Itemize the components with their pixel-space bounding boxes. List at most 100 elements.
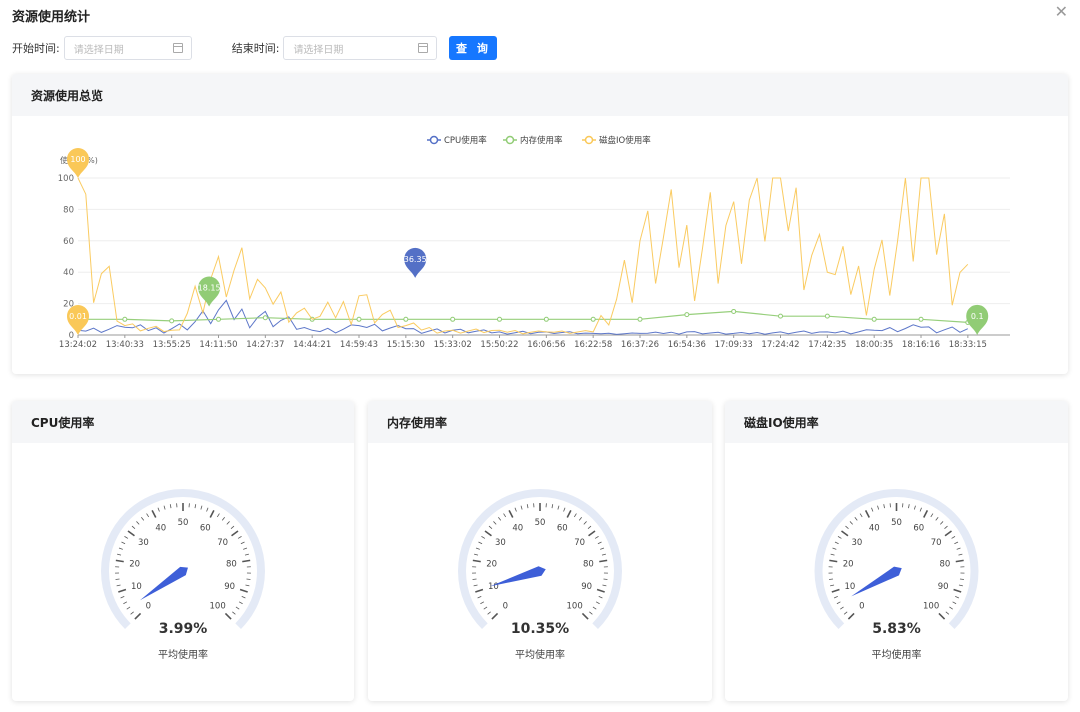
gauge-minor-tick	[157, 507, 160, 512]
gauge-major-tick	[209, 510, 215, 518]
gauge-minor-tick	[480, 601, 485, 605]
gauge-scale-label: 100	[210, 602, 226, 612]
gauge-major-tick	[588, 530, 596, 537]
y-tick-label: 60	[63, 237, 74, 247]
gauge-minor-tick	[237, 536, 242, 539]
gauge-scale-label: 20	[486, 559, 497, 569]
gauge-scale-label: 50	[178, 518, 189, 528]
gauge-minor-tick	[602, 584, 607, 587]
x-tick-label: 18:16:16	[902, 340, 940, 350]
memory-gauge: 0102030405060708090100	[458, 489, 622, 629]
close-icon[interactable]: ✕	[1055, 2, 1068, 21]
gauge-scale-label: 90	[224, 582, 235, 592]
gauge-minor-tick	[837, 536, 842, 539]
x-tick-label: 13:40:33	[106, 340, 144, 350]
x-tick-label: 16:54:36	[668, 340, 706, 350]
gauge-major-tick	[923, 510, 929, 518]
gauge-minor-tick	[573, 513, 577, 518]
gauge-major-tick	[581, 612, 589, 620]
gauge-minor-tick	[169, 504, 172, 509]
marker-pin: 36.35	[404, 247, 427, 278]
gauge-minor-tick	[840, 606, 844, 610]
series-line	[77, 299, 969, 335]
start-date-input[interactable]: 请选择日期	[63, 36, 192, 60]
gauge-minor-tick	[589, 611, 593, 615]
marker-pin-label: 36.35	[404, 255, 427, 264]
gauge-minor-tick	[883, 504, 885, 509]
gauge-minor-tick	[163, 505, 166, 510]
gauge-minor-tick	[232, 611, 236, 615]
gauge-scale-label: 0	[503, 602, 508, 612]
gauge-major-tick	[118, 588, 127, 593]
gauge-minor-tick	[563, 507, 566, 512]
gauge-major-tick	[508, 510, 514, 518]
gauge-scale-label: 80	[583, 559, 594, 569]
legend-label: CPU使用率	[444, 135, 487, 146]
gauge-minor-tick	[487, 611, 491, 615]
overview-line-chart[interactable]: CPU使用率内存使用率磁盘IO使用率使用率(%)02040608010013:2…	[12, 116, 1068, 374]
gauge-major-tick	[224, 612, 232, 620]
gauge-scale-label: 40	[512, 523, 523, 533]
query-button[interactable]: 查 询	[449, 36, 498, 60]
gauge-scale-label: 80	[939, 559, 950, 569]
gauge-minor-tick	[117, 553, 122, 556]
gauge-minor-tick	[124, 536, 129, 539]
start-date-placeholder: 请选择日期	[73, 44, 124, 56]
gauge-major-tick	[847, 612, 855, 620]
gauge-scale-label: 40	[869, 523, 880, 533]
page-title: 资源使用统计	[12, 10, 91, 25]
gauge-minor-tick	[503, 513, 507, 518]
gauge-scale-label: 80	[226, 559, 237, 569]
gauge-minor-tick	[483, 606, 488, 610]
gauge-major-tick	[127, 530, 135, 537]
legend-label: 磁盘IO使用率	[599, 135, 651, 146]
x-tick-label: 13:55:25	[153, 340, 191, 350]
gauge-pointer	[140, 566, 188, 601]
gauge-minor-tick	[830, 553, 835, 556]
chart-legend: CPU使用率 内存使用率 磁盘IO使用率	[427, 135, 651, 146]
disk-io-gauge-value: 5.83%	[872, 621, 921, 637]
series-line	[77, 177, 969, 335]
gauge-minor-tick	[243, 547, 248, 550]
gauge-minor-tick	[246, 578, 251, 580]
gauge-minor-tick	[583, 521, 587, 525]
series-point	[169, 318, 175, 324]
gauge-minor-tick	[514, 507, 517, 512]
gauge-minor-tick	[945, 611, 950, 615]
x-tick-label: 14:11:50	[199, 340, 237, 350]
gauge-minor-tick	[498, 517, 502, 521]
series-point	[590, 316, 596, 322]
gauge-scale-label: 90	[581, 582, 592, 592]
end-time-label: 结束时间:	[231, 42, 280, 55]
gauge-minor-tick	[952, 601, 957, 605]
gauge-minor-tick	[845, 525, 849, 529]
gauge-minor-tick	[597, 541, 602, 545]
gauge-scale-label: 100	[567, 602, 583, 612]
gauge-minor-tick	[833, 596, 838, 599]
gauge-scale-label: 0	[859, 602, 864, 612]
gauge-major-tick	[938, 612, 946, 620]
gauge-minor-tick	[120, 596, 125, 599]
gauge-major-tick	[115, 559, 124, 563]
gauge-minor-tick	[919, 507, 922, 512]
disk-io-gauge: 0 10 20 30 40 50 60 70 80 90 100	[814, 489, 979, 629]
gauge-minor-tick	[551, 504, 554, 509]
series-point	[824, 313, 830, 319]
gauge-scale-label: 70	[217, 538, 228, 548]
gauge-minor-tick	[944, 525, 948, 529]
gauge-minor-tick	[131, 525, 136, 529]
x-tick-label: 14:59:43	[340, 340, 378, 350]
gauge-minor-tick	[951, 536, 956, 539]
gauge-minor-tick	[241, 596, 246, 599]
series-point	[918, 316, 924, 322]
x-tick-label: 17:24:42	[761, 340, 799, 350]
legend-marker	[584, 135, 594, 145]
gauge-minor-tick	[477, 596, 482, 599]
gauge-major-tick	[491, 612, 499, 620]
start-time-label: 开始时间:	[12, 42, 60, 55]
gauge-scale-label: 50	[535, 518, 546, 528]
end-date-input[interactable]: 请选择日期	[283, 36, 438, 60]
gauge-minor-tick	[221, 517, 225, 521]
gauge-minor-tick	[123, 601, 128, 605]
gauge-minor-tick	[244, 553, 249, 556]
